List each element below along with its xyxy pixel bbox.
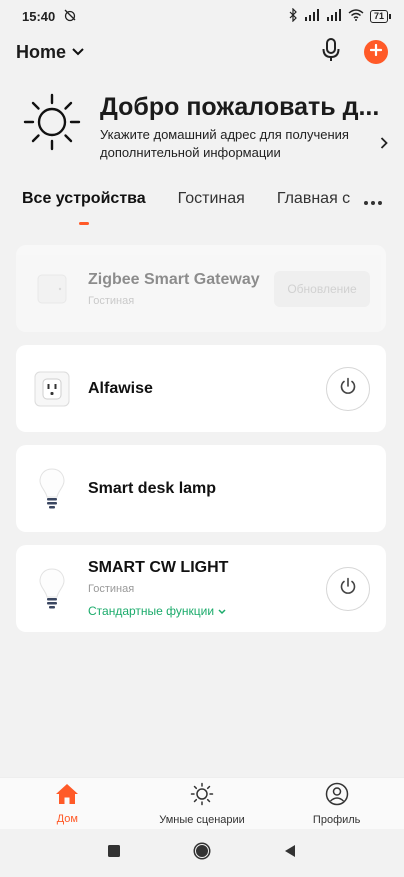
tab-all-devices[interactable]: Все устройства — [22, 190, 146, 225]
power-button[interactable] — [326, 366, 370, 411]
system-back-button[interactable] — [278, 841, 302, 865]
chevron-right-icon — [380, 136, 388, 154]
recents-button[interactable] — [102, 841, 126, 865]
chevron-down-icon — [72, 43, 84, 61]
dot — [364, 201, 368, 205]
welcome-banner[interactable]: Добро пожаловать д... Укажите домашний а… — [0, 92, 404, 164]
status-bar: 15:40 71 — [0, 0, 404, 32]
square-icon — [108, 844, 120, 862]
nav-profile[interactable]: Профиль — [269, 778, 404, 829]
bulb-icon — [34, 567, 70, 611]
nav-home[interactable]: Дом — [0, 778, 135, 829]
chevron-down-icon — [218, 604, 226, 618]
home-icon — [55, 783, 79, 810]
device-card-alfawise[interactable]: Alfawise — [16, 345, 386, 432]
room-tabs: Все устройства Гостиная Главная с — [0, 190, 404, 230]
sun-icon — [22, 92, 82, 152]
smart-plug-icon — [34, 367, 70, 411]
nav-smart-scenes[interactable]: Умные сценарии — [135, 778, 270, 829]
functions-label: Стандартные функции — [88, 604, 215, 618]
status-time: 15:40 — [22, 8, 56, 24]
device-card-cw-light[interactable]: SMART CW LIGHT Гостиная Стандартные функ… — [16, 545, 386, 632]
welcome-title: Добро пожаловать д... — [100, 93, 380, 121]
power-icon — [339, 577, 357, 600]
header: Home — [0, 32, 404, 72]
microphone-button[interactable] — [318, 37, 344, 67]
profile-icon — [325, 782, 349, 811]
bottom-navigation: Дом Умные сценарии Профиль — [0, 777, 404, 829]
power-icon — [339, 377, 357, 400]
device-room: Гостиная — [88, 583, 135, 595]
update-button[interactable]: Обновление — [274, 270, 370, 307]
device-card-desk-lamp[interactable]: Smart desk lamp — [16, 445, 386, 532]
alarm-off-icon — [63, 8, 77, 25]
back-triangle-icon — [283, 844, 297, 863]
plus-icon — [369, 43, 383, 61]
dot — [378, 201, 382, 205]
nav-profile-label: Профиль — [312, 813, 361, 826]
microphone-icon — [321, 37, 341, 67]
signal-icon — [304, 8, 320, 24]
standard-functions-link[interactable]: Стандартные функции — [88, 604, 326, 618]
device-room: Гостиная — [88, 294, 135, 307]
dot — [371, 201, 375, 205]
device-name: Smart desk lamp — [88, 479, 217, 497]
device-card-gateway[interactable]: Zigbee Smart Gateway Гостиная Обновление — [16, 245, 386, 332]
system-navigation-bar — [0, 829, 404, 877]
add-device-button[interactable] — [364, 40, 388, 64]
circle-icon — [192, 841, 212, 866]
bulb-icon — [34, 467, 70, 511]
more-tabs-button[interactable] — [358, 190, 388, 216]
wifi-icon — [348, 8, 364, 24]
nav-home-label: Дом — [56, 812, 78, 825]
battery-level: 71 — [373, 11, 384, 21]
tab-living-room[interactable]: Гостиная — [178, 190, 245, 208]
gateway-icon — [34, 267, 70, 311]
device-name: Alfawise — [88, 379, 153, 397]
signal-icon — [326, 8, 342, 24]
home-selector[interactable]: Home — [16, 42, 84, 63]
battery-icon: 71 — [369, 9, 392, 23]
system-home-button[interactable] — [190, 841, 214, 865]
device-name: Zigbee Smart Gateway — [88, 270, 260, 288]
welcome-subtitle: Укажите домашний адрес для получения доп… — [100, 127, 349, 160]
device-name: SMART CW LIGHT — [88, 559, 229, 576]
sun-icon — [190, 782, 214, 811]
home-title: Home — [16, 41, 67, 62]
tab-main[interactable]: Главная с — [277, 190, 350, 208]
nav-smart-scenes-label: Умные сценарии — [159, 813, 245, 826]
bluetooth-icon — [288, 7, 298, 25]
power-button[interactable] — [326, 566, 370, 611]
